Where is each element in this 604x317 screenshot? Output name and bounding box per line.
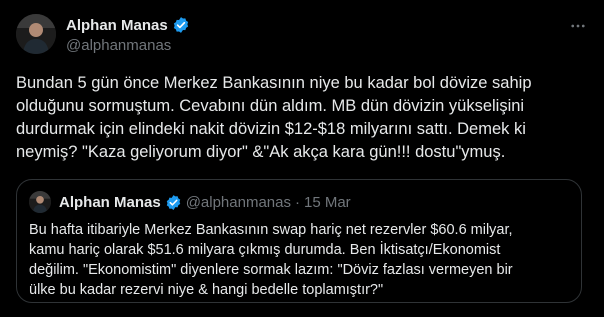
- quoted-tweet-text: Bu hafta itibariyle Merkez Bankasının sw…: [29, 222, 513, 298]
- author-avatar[interactable]: [16, 14, 56, 54]
- quoted-author-avatar: [29, 191, 51, 213]
- quoted-tweet-date: 15 Mar: [303, 194, 351, 211]
- verified-badge-icon: [172, 16, 190, 34]
- tweet: Alphan Manas @alphanmanas Bundan 5 gün ö…: [0, 0, 604, 317]
- quoted-tweet-header: Alphan Manas @alphanmanas · 15 Mar: [59, 194, 351, 211]
- author-display-name[interactable]: Alphan Manas: [66, 17, 168, 34]
- separator-dot: ·: [294, 194, 300, 211]
- quoted-author-handle: @alphanmanas: [185, 194, 291, 211]
- quoted-author-display-name: Alphan Manas: [59, 194, 161, 211]
- tweet-text: Bundan 5 gün önce Merkez Bankasının niye…: [16, 74, 532, 161]
- author-handle[interactable]: @alphanmanas: [66, 37, 171, 54]
- verified-badge-icon: [165, 194, 182, 211]
- author-name-row: Alphan Manas: [66, 16, 190, 34]
- quoted-tweet[interactable]: Alphan Manas @alphanmanas · 15 Mar Bu ha…: [16, 179, 582, 303]
- more-options-icon[interactable]: [566, 14, 590, 38]
